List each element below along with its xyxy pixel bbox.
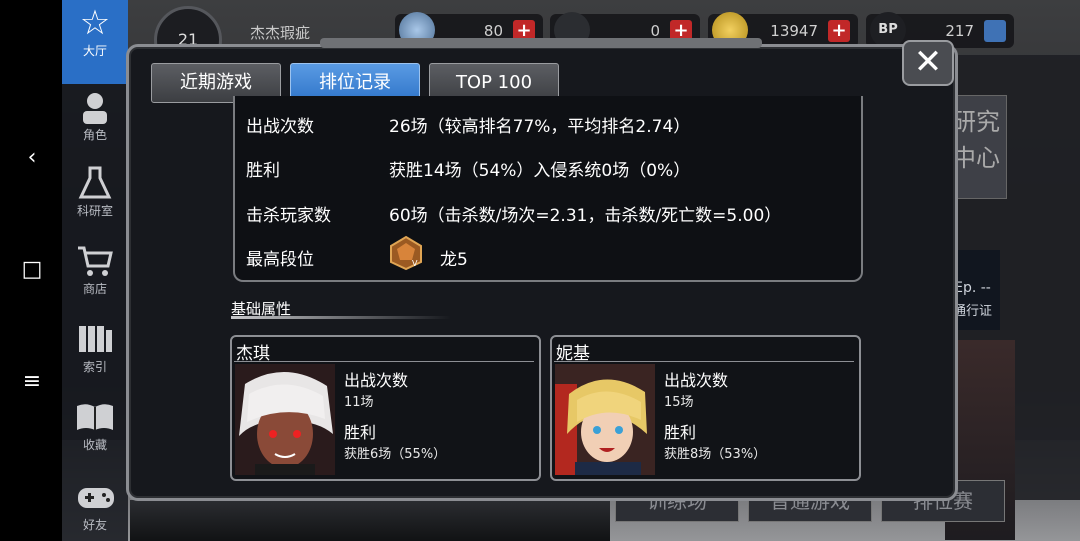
character-portrait [235, 364, 335, 475]
menu-icon[interactable]: ≡ [16, 368, 48, 396]
sidebar-item-label: 收藏 [82, 438, 107, 452]
sidebar-item-label: 科研室 [76, 204, 113, 218]
system-nav-bar: ‹ □ ≡ [0, 0, 62, 541]
sidebar-item-label: 商店 [82, 282, 107, 296]
home-icon[interactable]: □ [16, 256, 48, 284]
stat-label: 胜利 [246, 161, 280, 181]
wins-value: 获胜8场（53%） [664, 447, 767, 462]
svg-text:V: V [412, 259, 418, 268]
sidebar-item-label: 好友 [82, 518, 107, 532]
sidebar-item-shop[interactable]: 商店 [62, 244, 128, 297]
battles-label: 出战次数 [344, 371, 409, 390]
stat-value: 26场（较高排名77%，平均排名2.74） [389, 117, 691, 137]
stat-value: 获胜14场（54%）入侵系统0场（0%） [389, 161, 691, 181]
gamepad-icon [75, 480, 115, 514]
hall-icon: ☆ [79, 3, 111, 43]
wins-label: 胜利 [344, 423, 377, 442]
stat-label: 最高段位 [246, 250, 314, 270]
sidebar-item-collection[interactable]: 收藏 [62, 400, 128, 453]
battles-value: 11场 [344, 395, 374, 410]
sidebar-item-label: 索引 [82, 360, 107, 374]
wins-value: 获胜6场（55%） [344, 447, 447, 462]
bp-icon: BP [870, 12, 906, 48]
character-portrait [555, 364, 655, 475]
battles-label: 出战次数 [664, 371, 729, 390]
sidebar-item-friends[interactable]: 好友 [62, 480, 128, 533]
background-floor-detail [130, 500, 610, 541]
sidebar-item-label: 大厅 [82, 44, 107, 58]
highest-rank-value: 龙5 [440, 250, 468, 270]
section-underline [231, 316, 451, 319]
card-divider [234, 361, 534, 362]
rank-dragon-icon: V [390, 235, 422, 271]
open-book-icon [75, 400, 115, 434]
sidebar-item-hall[interactable]: ☆ 大厅 [62, 0, 128, 84]
game-sidebar: ☆ 大厅 角色 科研室 商店 索引 收藏 好友 [62, 0, 128, 541]
stat-label: 击杀玩家数 [246, 206, 331, 226]
back-icon[interactable]: ‹ [16, 144, 48, 172]
sidebar-item-index[interactable]: 索引 [62, 322, 128, 375]
sidebar-item-lab[interactable]: 科研室 [62, 166, 128, 219]
wins-label: 胜利 [664, 423, 697, 442]
books-icon [75, 322, 115, 356]
cart-icon [75, 244, 115, 278]
player-name: 杰杰瑕疵 [250, 24, 311, 42]
character-card[interactable]: 杰琪 出战次数 11场 胜利 获胜6场（55%） [230, 335, 541, 481]
flask-icon [75, 166, 115, 200]
resource-value: 13947 [770, 22, 818, 40]
sidebar-item-character[interactable]: 角色 [62, 90, 128, 143]
add-coin-button[interactable]: + [828, 20, 850, 42]
character-card[interactable]: 妮基 出战次数 15场 胜利 获胜8场（53%） [550, 335, 861, 481]
background-right-panel: 研究 中心 Ep. -- 通行证 [945, 55, 1080, 540]
close-button[interactable]: ✕ [902, 40, 954, 86]
battles-value: 15场 [664, 395, 694, 410]
character-icon [75, 90, 115, 124]
dialog-top-strip [320, 38, 762, 48]
stat-label: 出战次数 [246, 117, 314, 137]
card-divider [554, 361, 854, 362]
sidebar-item-label: 角色 [82, 128, 107, 142]
resource-value: 217 [945, 22, 974, 40]
bp-shop-button[interactable] [984, 20, 1006, 42]
stat-value: 60场（击杀数/场次=2.31，击杀数/死亡数=5.00） [389, 206, 782, 226]
